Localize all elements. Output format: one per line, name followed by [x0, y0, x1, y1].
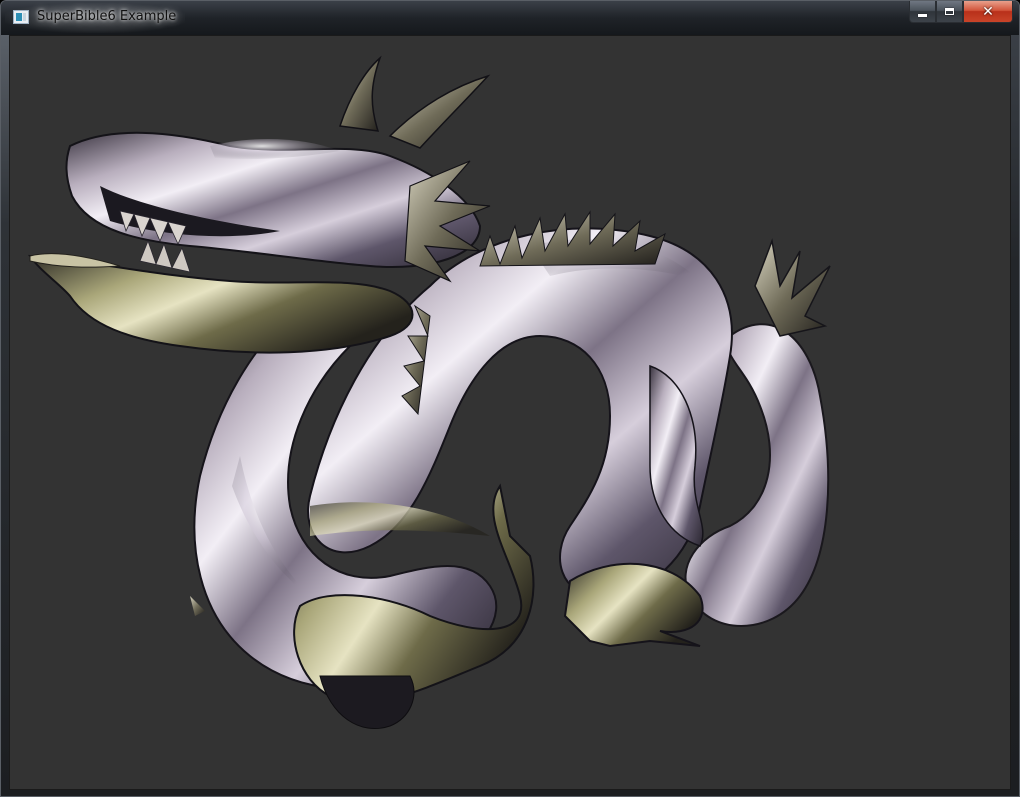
minimize-button[interactable]	[909, 1, 936, 23]
window-frame-right[interactable]	[1011, 35, 1019, 792]
caption-buttons: ✕	[909, 1, 1013, 25]
application-window-icon[interactable]	[13, 10, 29, 24]
dragon-render	[28, 55, 831, 730]
maximize-icon	[945, 8, 954, 15]
window-frame-left[interactable]	[1, 35, 9, 792]
title-bar[interactable]: SuperBible6 Example ✕	[1, 1, 1019, 35]
maximize-button[interactable]	[936, 1, 963, 23]
window-title: SuperBible6 Example	[37, 9, 177, 24]
minimize-icon	[918, 14, 927, 17]
render-viewport[interactable]	[9, 35, 1011, 790]
app-window: SuperBible6 Example ✕	[0, 0, 1020, 797]
close-button[interactable]: ✕	[963, 1, 1013, 23]
close-icon: ✕	[982, 3, 994, 20]
